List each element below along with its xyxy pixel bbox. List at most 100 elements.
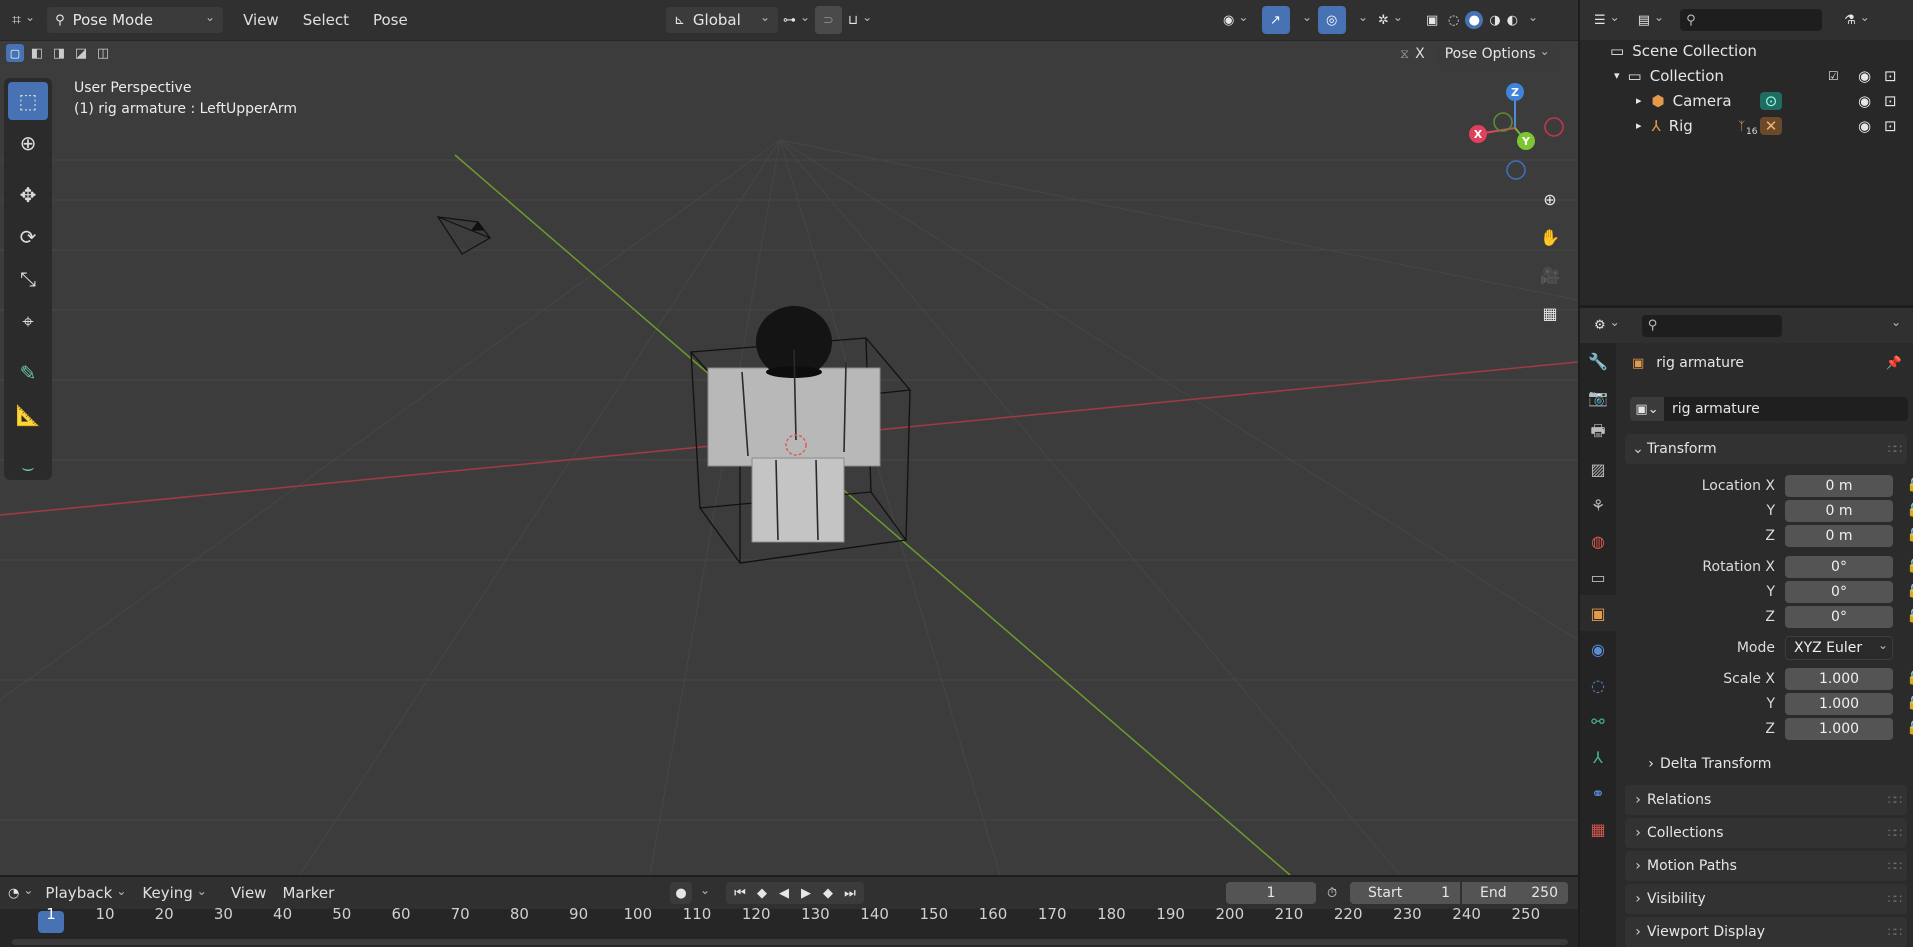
panel-collections[interactable]: › Collections ∷∷: [1625, 818, 1907, 848]
solid-shading-icon[interactable]: ●: [1465, 11, 1484, 29]
data-browse-icon[interactable]: ▣⌄: [1630, 397, 1664, 421]
location-x-field[interactable]: 0 m: [1785, 474, 1893, 497]
panel-visibility[interactable]: › Visibility ∷∷: [1625, 884, 1907, 914]
tab-output[interactable]: 🖶: [1580, 415, 1616, 451]
outliner-row-collection[interactable]: ▾ ▭ Collection ☑ ◉ ⊡: [1580, 63, 1913, 88]
rotation-y-field[interactable]: 0°: [1785, 580, 1893, 603]
eye-icon[interactable]: ◉: [1858, 67, 1871, 85]
play-icon[interactable]: ▶: [796, 886, 816, 901]
prev-keyframe-icon[interactable]: ◆: [752, 886, 772, 901]
select-box-tool[interactable]: ⬚: [8, 82, 48, 120]
scale-y-field[interactable]: 1.000: [1785, 692, 1893, 715]
relax-pose-tool[interactable]: ⌣: [8, 448, 48, 486]
select-subtract-icon[interactable]: ◨: [50, 44, 68, 62]
menu-pose[interactable]: Pose: [361, 11, 420, 29]
transform-tool[interactable]: ⌖: [8, 302, 48, 340]
camera-view-button[interactable]: 🎥: [1537, 260, 1563, 290]
armature-data-icon[interactable]: ✕: [1760, 116, 1782, 135]
lock-icon[interactable]: 🔓: [1905, 696, 1913, 711]
expand-right-icon[interactable]: ▸: [1636, 94, 1642, 107]
checkbox-icon[interactable]: ☑: [1828, 69, 1839, 83]
rotation-x-field[interactable]: 0°: [1785, 555, 1893, 578]
mode-selector[interactable]: ⚲ Pose Mode: [47, 7, 224, 33]
material-shading-icon[interactable]: ◑: [1489, 13, 1500, 28]
rendered-shading-icon[interactable]: ◐: [1507, 13, 1518, 28]
frame-ruler[interactable]: 1 10 20 30 40 50 60 70 80 90 100 110 120 130 140 150 160…: [0, 905, 1578, 947]
expand-down-icon[interactable]: ▾: [1614, 69, 1620, 82]
cursor-tool[interactable]: ⊕: [8, 124, 48, 162]
menu-select[interactable]: Select: [291, 11, 361, 29]
move-tool[interactable]: ✥: [8, 176, 48, 214]
tab-world[interactable]: ◍: [1580, 523, 1616, 559]
menu-playback[interactable]: Playback: [33, 884, 138, 902]
tab-object[interactable]: ▣: [1580, 595, 1616, 631]
mirror-x-label[interactable]: X: [1415, 46, 1425, 62]
properties-search-input[interactable]: ⚲: [1641, 314, 1782, 337]
tab-texture[interactable]: ▦: [1580, 811, 1616, 847]
eye-icon[interactable]: ◉: [1858, 117, 1871, 135]
panel-viewport-display[interactable]: › Viewport Display ∷∷: [1625, 917, 1907, 947]
timeline-editor-icon[interactable]: ◔: [8, 886, 19, 901]
current-frame-field[interactable]: 1: [1226, 882, 1316, 904]
jump-start-icon[interactable]: ⏮: [730, 886, 750, 901]
rotation-mode-dropdown[interactable]: XYZ Euler: [1785, 635, 1893, 660]
pan-button[interactable]: ✋: [1537, 222, 1563, 252]
zoom-button[interactable]: ⊕: [1537, 184, 1563, 214]
outliner-editor-icon[interactable]: ☰: [1594, 13, 1606, 28]
tab-tool[interactable]: 🔧: [1580, 343, 1616, 379]
tab-collection[interactable]: ▭: [1580, 559, 1616, 595]
orientation-selector[interactable]: ⊾ Global: [666, 7, 778, 33]
expand-right-icon[interactable]: ▸: [1636, 119, 1642, 132]
panel-transform[interactable]: ⌄ Transform ∷∷: [1625, 434, 1907, 464]
panel-motion-paths[interactable]: › Motion Paths ∷∷: [1625, 851, 1907, 881]
editor-type-button[interactable]: ⌗: [4, 6, 43, 34]
panel-relations[interactable]: › Relations ∷∷: [1625, 785, 1907, 815]
camera-data-icon[interactable]: ⊙: [1760, 91, 1782, 110]
snap-settings-button[interactable]: ⊔: [840, 6, 880, 34]
drag-handle-icon[interactable]: ∷∷: [1888, 859, 1902, 873]
snap-toggle[interactable]: ⊃: [815, 6, 842, 34]
annotate-tool[interactable]: ✎: [8, 354, 48, 392]
end-frame-field[interactable]: End 250: [1462, 882, 1568, 904]
tab-view-layer[interactable]: ▨: [1580, 451, 1616, 487]
lock-icon[interactable]: 🔓: [1905, 478, 1913, 493]
display-mode-icon[interactable]: ▤: [1638, 13, 1650, 28]
mirror-icon[interactable]: ⧖: [1400, 47, 1409, 62]
jump-end-icon[interactable]: ⏭: [840, 886, 860, 901]
render-camera-icon[interactable]: ⊡: [1884, 67, 1897, 85]
bone-icon[interactable]: ᛉ: [1738, 119, 1745, 133]
drag-handle-icon[interactable]: ∷∷: [1888, 925, 1902, 939]
rotate-tool[interactable]: ⟳: [8, 218, 48, 256]
outliner-search-input[interactable]: ⚲: [1680, 9, 1823, 31]
tab-bone[interactable]: ⚭: [1580, 775, 1616, 811]
tab-modifiers[interactable]: ◉: [1580, 631, 1616, 667]
outliner-row-scene-collection[interactable]: ▭ Scene Collection: [1580, 38, 1913, 63]
3d-viewport[interactable]: [0, 0, 1578, 875]
properties-editor-icon[interactable]: ⚙: [1594, 318, 1606, 333]
gizmo-toggle[interactable]: ↗: [1262, 6, 1290, 34]
lock-icon[interactable]: 🔓: [1905, 721, 1913, 736]
stopwatch-icon[interactable]: ⏱: [1327, 886, 1337, 901]
lock-icon[interactable]: 🔓: [1905, 559, 1913, 574]
select-intersect-icon[interactable]: ◫: [94, 44, 112, 62]
subpanel-delta-transform[interactable]: › Delta Transform: [1642, 752, 1771, 776]
location-z-field[interactable]: 0 m: [1785, 524, 1893, 547]
record-button[interactable]: ●: [670, 882, 692, 904]
render-camera-icon[interactable]: ⊡: [1884, 92, 1897, 110]
pivot-button[interactable]: ⊶: [775, 6, 818, 34]
tab-object-constraints[interactable]: ⚯: [1580, 703, 1616, 739]
pin-icon[interactable]: 📌: [1886, 356, 1902, 371]
bone-overlay-button[interactable]: ✲: [1370, 6, 1411, 34]
navigation-gizmo[interactable]: Z X Y: [1462, 80, 1572, 185]
drag-handle-icon[interactable]: ∷∷: [1888, 892, 1902, 906]
lock-icon[interactable]: 🔓: [1905, 671, 1913, 686]
next-keyframe-icon[interactable]: ◆: [818, 886, 838, 901]
select-invert-icon[interactable]: ◪: [72, 44, 90, 62]
rotation-z-field[interactable]: 0°: [1785, 605, 1893, 628]
lock-icon[interactable]: 🔓: [1905, 584, 1913, 599]
filter-icon[interactable]: ⚗: [1844, 13, 1856, 28]
location-y-field[interactable]: 0 m: [1785, 499, 1893, 522]
outliner-row-camera[interactable]: ▸ ⬢ Camera ⊙ ◉ ⊡: [1580, 88, 1913, 113]
menu-keying[interactable]: Keying: [138, 884, 218, 902]
outliner-row-rig[interactable]: ▸ ⅄ Rig ᛉ 16 ✕ ◉ ⊡: [1580, 113, 1913, 138]
